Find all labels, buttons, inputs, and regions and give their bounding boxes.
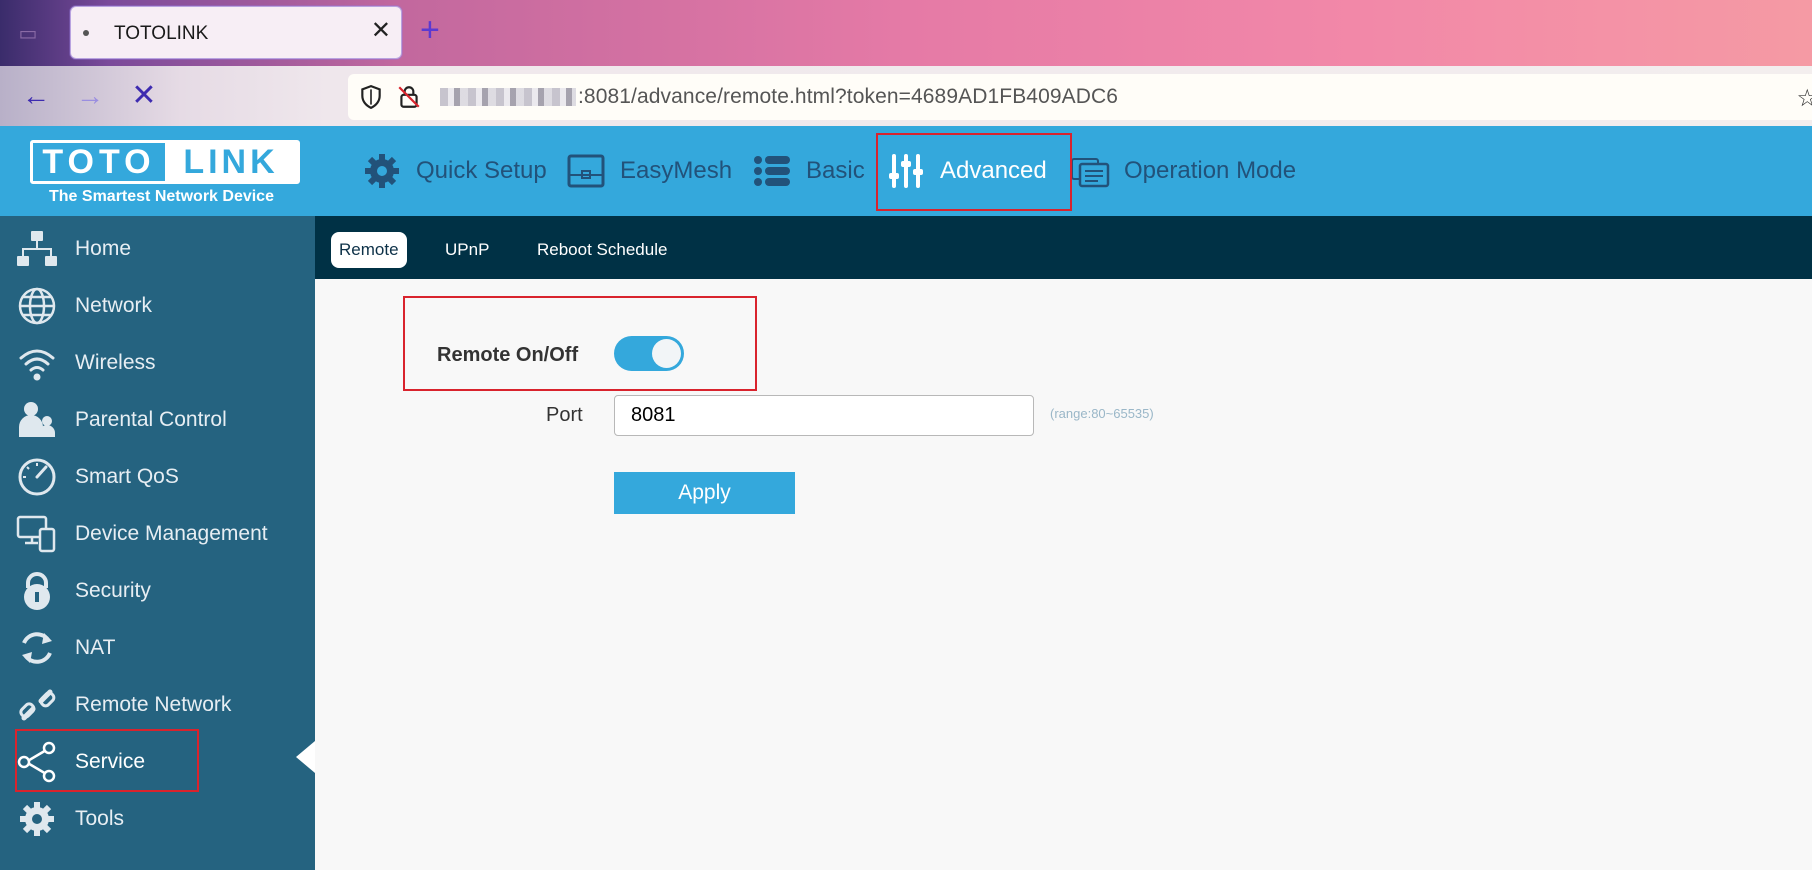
logo-right-text: LINK: [165, 143, 297, 181]
stop-loading-icon[interactable]: ✕: [126, 78, 162, 114]
url-host-redacted: [440, 88, 576, 106]
sidebar-label: Wireless: [75, 351, 156, 374]
topnav-label: Operation Mode: [1124, 157, 1297, 184]
browser-tab[interactable]: TOTOLINK ✕: [70, 6, 402, 59]
sidebar-label: Tools: [75, 807, 125, 830]
topnav-label: Quick Setup: [416, 157, 547, 184]
url-text[interactable]: :8081/advance/remote.html?token=4689AD1F…: [578, 85, 1118, 109]
topnav-label: EasyMesh: [620, 157, 733, 184]
share-icon: [17, 741, 56, 783]
forward-arrow-icon[interactable]: →: [72, 78, 108, 114]
topnav-operation-mode[interactable]: Operation Mode: [1070, 126, 1296, 216]
logo-left-text: TOTO: [42, 143, 156, 181]
topnav-label: Basic: [806, 157, 865, 184]
sidebar-item-network[interactable]: Network: [0, 278, 315, 334]
parent-child-icon: [19, 402, 55, 437]
active-item-pointer: [296, 741, 315, 773]
link-icon: [19, 689, 56, 721]
shield-icon[interactable]: [358, 84, 384, 110]
port-input[interactable]: [614, 395, 1034, 436]
sidebar-item-remote-network[interactable]: Remote Network: [0, 677, 315, 733]
sidebar-label: Parental Control: [75, 408, 227, 431]
bookmark-star-icon[interactable]: ☆: [1796, 84, 1812, 113]
new-tab-plus-icon[interactable]: +: [420, 13, 440, 47]
sidebar-label: Remote Network: [75, 693, 232, 716]
tab-upnp[interactable]: UPnP: [437, 232, 497, 268]
sidebar-label: NAT: [75, 636, 116, 659]
network-tree-icon: [17, 231, 57, 266]
content-area: [315, 279, 1812, 870]
topnav-advanced[interactable]: Advanced: [886, 126, 1047, 216]
sidebar-item-service[interactable]: Service: [0, 734, 315, 790]
mode-cards-icon: [1071, 158, 1110, 188]
gear-icon: [365, 154, 399, 188]
tab-favicon-dot: [83, 30, 89, 36]
port-label: Port: [546, 404, 583, 426]
wifi-icon: [19, 349, 55, 381]
topnav-label: Advanced: [940, 157, 1047, 184]
close-icon[interactable]: ✕: [371, 19, 391, 43]
logo-tagline: The Smartest Network Device: [49, 188, 274, 205]
mesh-router-icon: [567, 154, 605, 188]
gear-icon: [20, 802, 54, 836]
globe-icon: [18, 287, 56, 325]
remote-onoff-label: Remote On/Off: [437, 344, 579, 366]
sidebar-item-parental-control[interactable]: Parental Control: [0, 392, 315, 448]
sidebar-item-tools[interactable]: Tools: [0, 791, 315, 847]
toggle-knob: [652, 339, 681, 368]
totolink-logo: TOTO LINK: [30, 140, 300, 184]
sidebar-label: Service: [75, 750, 146, 773]
sidebar-item-home[interactable]: Home: [0, 221, 315, 277]
back-arrow-icon[interactable]: ←: [18, 78, 54, 114]
sidebar: Home Network Wireless Parental Control S…: [0, 216, 315, 870]
browser-tabstrip: ▭ TOTOLINK ✕ +: [0, 0, 1812, 66]
topnav-easymesh[interactable]: EasyMesh: [566, 126, 732, 216]
topnav-quick-setup[interactable]: Quick Setup: [362, 126, 547, 216]
sidebar-item-wireless[interactable]: Wireless: [0, 335, 315, 391]
sidebar-item-security[interactable]: Security: [0, 563, 315, 619]
speedometer-icon: [18, 458, 56, 496]
tab-overview-icon[interactable]: ▭: [14, 20, 42, 48]
port-range-hint: (range:80~65535): [1050, 406, 1154, 421]
sliders-icon: [889, 154, 923, 188]
apply-button[interactable]: Apply: [614, 472, 795, 514]
sidebar-label: Smart QoS: [75, 465, 179, 488]
router-header: TOTO LINK The Smartest Network Device Qu…: [0, 126, 1812, 216]
lock-icon: [24, 572, 50, 610]
subnav-bar: Remote UPnP Reboot Schedule: [315, 216, 1812, 279]
devices-icon: [16, 515, 56, 553]
tab-remote[interactable]: Remote: [331, 232, 407, 268]
tab-title: TOTOLINK: [114, 23, 209, 44]
sidebar-label: Network: [75, 294, 153, 317]
list-icon: [754, 156, 790, 186]
sidebar-item-device-management[interactable]: Device Management: [0, 506, 315, 562]
address-bar[interactable]: :8081/advance/remote.html?token=4689AD1F…: [348, 74, 1812, 120]
topnav-basic[interactable]: Basic: [752, 126, 865, 216]
refresh-icon: [22, 632, 52, 664]
remote-onoff-toggle[interactable]: [614, 336, 684, 371]
insecure-lock-icon[interactable]: [396, 84, 422, 110]
sidebar-item-smart-qos[interactable]: Smart QoS: [0, 449, 315, 505]
sidebar-label: Device Management: [75, 522, 268, 545]
browser-toolbar: ← → ✕ :8081/advance/remote.html?token=46…: [0, 66, 1812, 126]
sidebar-item-nat[interactable]: NAT: [0, 620, 315, 676]
sidebar-label: Security: [75, 579, 151, 602]
tab-reboot-schedule[interactable]: Reboot Schedule: [529, 232, 675, 268]
sidebar-label: Home: [75, 237, 132, 260]
